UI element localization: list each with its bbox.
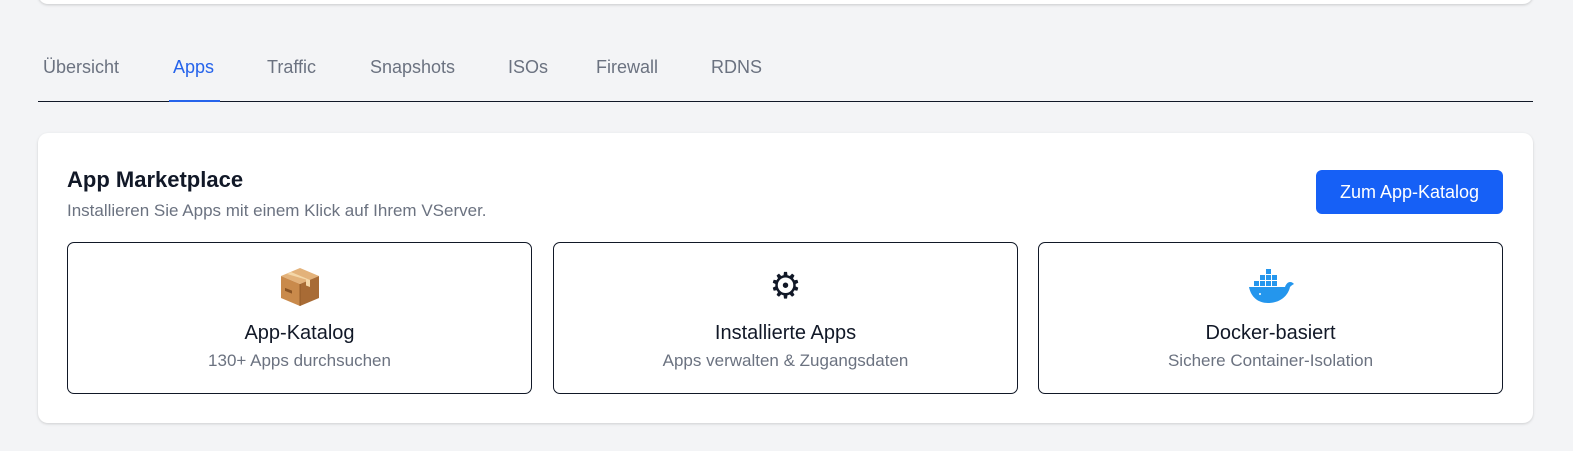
feature-installed-apps[interactable]: ⚙ Installierte Apps Apps verwalten & Zug…	[553, 242, 1018, 394]
feature-app-catalog[interactable]: App-Katalog 130+ Apps durchsuchen	[67, 242, 532, 394]
docker-whale-icon	[1039, 265, 1502, 309]
tab-snapshots[interactable]: Snapshots	[370, 46, 455, 101]
feature-description: 130+ Apps durchsuchen	[208, 351, 391, 370]
server-info-card	[38, 0, 1533, 4]
feature-title: App-Katalog	[244, 322, 355, 344]
tab-apps[interactable]: Apps	[168, 46, 221, 102]
app-catalog-button[interactable]: Zum App-Katalog	[1316, 170, 1503, 214]
feature-docker[interactable]: Docker-basiert Sichere Container-Isolati…	[1038, 242, 1503, 394]
tab-uebersicht[interactable]: Übersicht	[43, 46, 119, 101]
tab-isos[interactable]: ISOs	[508, 46, 548, 101]
feature-title: Installierte Apps	[714, 322, 857, 344]
feature-description: Apps verwalten & Zugangsdaten	[662, 351, 909, 370]
feature-description: Sichere Container-Isolation	[1167, 351, 1374, 370]
app-marketplace-card: App Marketplace Installieren Sie Apps mi…	[38, 133, 1533, 423]
tab-traffic[interactable]: Traffic	[267, 46, 316, 101]
tab-rdns[interactable]: RDNS	[711, 46, 762, 101]
feature-title: Docker-basiert	[1205, 322, 1336, 344]
marketplace-subtitle: Installieren Sie Apps mit einem Klick au…	[67, 201, 487, 220]
package-icon	[68, 265, 531, 309]
gear-icon: ⚙	[769, 266, 802, 307]
server-tabs: Übersicht Apps Traffic Snapshots ISOs Fi…	[38, 46, 1533, 102]
tab-firewall[interactable]: Firewall	[596, 46, 658, 101]
marketplace-title: App Marketplace	[67, 167, 244, 192]
